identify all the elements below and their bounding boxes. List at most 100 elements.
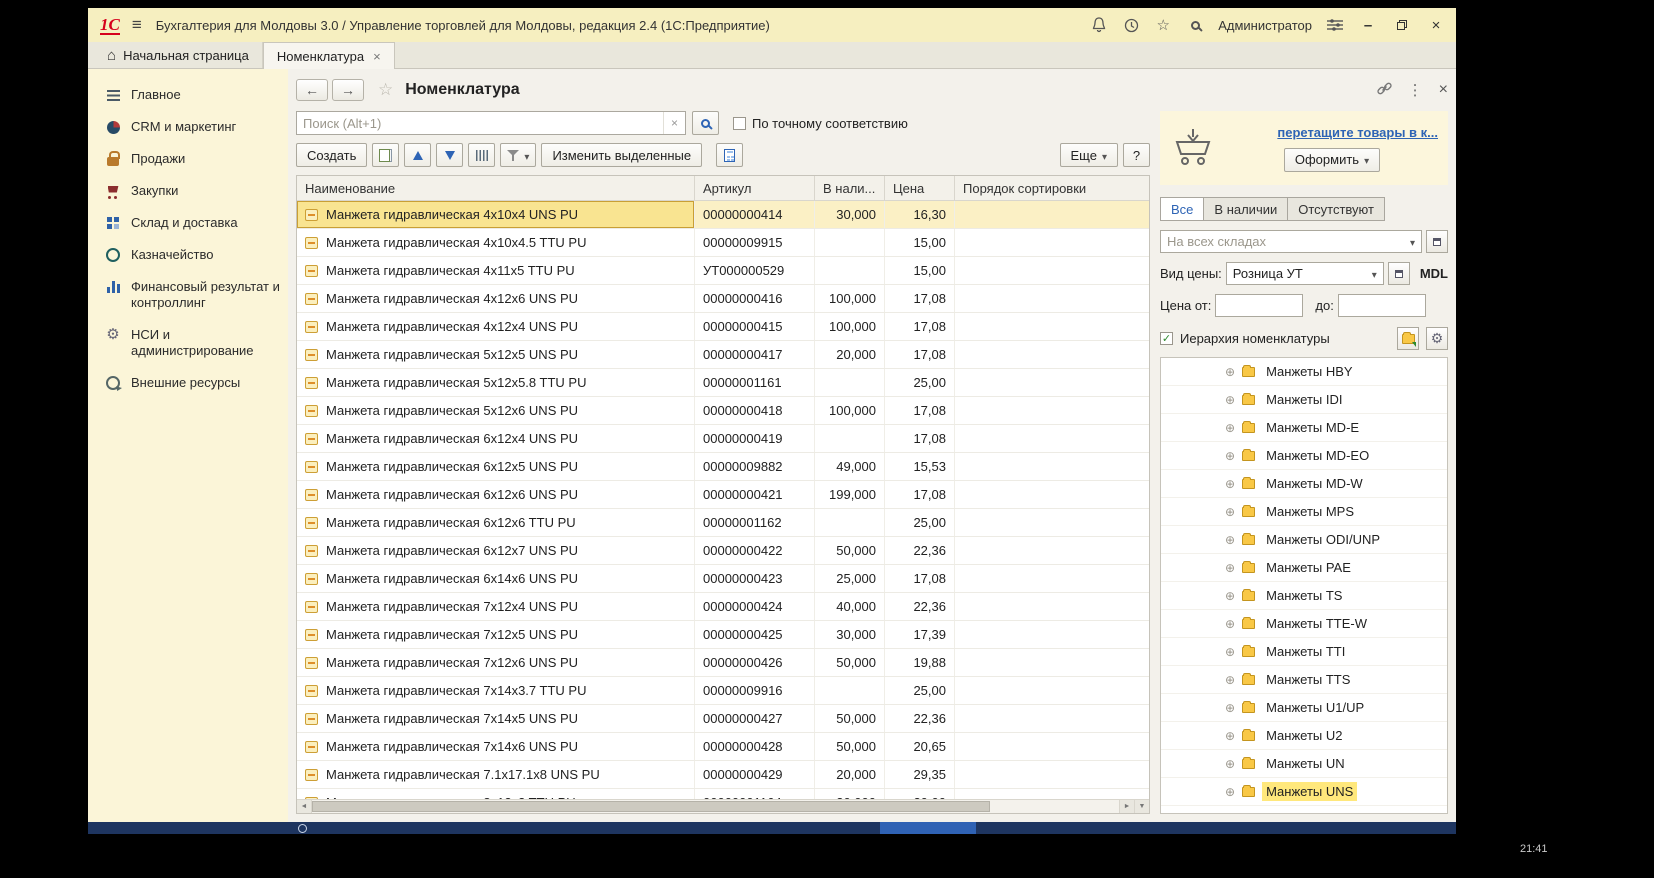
tree-item[interactable]: Манжеты PAE — [1161, 554, 1447, 582]
table-row[interactable]: Манжета гидравлическая 7x12x4 UNS PU 000… — [297, 593, 1149, 621]
notifications-bell-icon[interactable] — [1090, 16, 1108, 34]
availability-tab[interactable]: В наличии — [1203, 197, 1288, 221]
warehouse-open-button[interactable] — [1426, 230, 1448, 253]
sidebar-item[interactable]: Внешние ресурсы — [88, 367, 288, 399]
expand-icon[interactable] — [1225, 589, 1235, 603]
horizontal-scrollbar[interactable] — [297, 799, 1149, 813]
back-button[interactable] — [296, 79, 328, 101]
close-form-icon[interactable] — [1439, 81, 1448, 99]
close-button[interactable] — [1426, 16, 1446, 34]
table-row[interactable]: Манжета гидравлическая 5x12x5 UNS PU 000… — [297, 341, 1149, 369]
history-icon[interactable] — [1122, 16, 1140, 34]
sidebar-item[interactable]: Главное — [88, 79, 288, 111]
sidebar-item[interactable]: Продажи — [88, 143, 288, 175]
favorite-star-icon[interactable] — [378, 80, 393, 100]
main-menu-icon[interactable]: ≡ — [132, 15, 142, 35]
taskbar-search-icon[interactable] — [298, 824, 307, 833]
scroll-left-icon[interactable] — [297, 800, 312, 813]
table-row[interactable]: Манжета гидравлическая 6x12x6 UNS PU 000… — [297, 481, 1149, 509]
copy-item-button[interactable] — [372, 143, 399, 167]
taskbar[interactable] — [88, 822, 1456, 834]
table-row[interactable]: Манжета гидравлическая 6x12x4 UNS PU 000… — [297, 425, 1149, 453]
expand-icon[interactable] — [1225, 701, 1235, 715]
favorites-icon[interactable]: ☆ — [1154, 16, 1172, 34]
table-row[interactable]: Манжета гидравлическая 7.1x17.1x8 UNS PU… — [297, 761, 1149, 789]
barcode-button[interactable] — [468, 143, 495, 167]
expand-icon[interactable] — [1225, 449, 1235, 463]
edit-selected-button[interactable]: Изменить выделенные — [541, 143, 702, 167]
tree-item[interactable]: Манжеты TS — [1161, 582, 1447, 610]
sidebar-item[interactable]: Финансовый результат и контроллинг — [88, 271, 288, 319]
scroll-right-icon[interactable] — [1119, 800, 1134, 813]
expand-icon[interactable] — [1225, 505, 1235, 519]
exact-match-checkbox[interactable] — [733, 117, 746, 130]
hierarchy-checkbox[interactable] — [1160, 332, 1173, 345]
tree-item[interactable]: Манжеты TTI — [1161, 638, 1447, 666]
tree-settings-button[interactable] — [1426, 327, 1448, 350]
chevron-down-icon[interactable] — [1368, 266, 1381, 281]
tab-close-icon[interactable] — [373, 49, 381, 64]
sidebar-item[interactable]: CRM и маркетинг — [88, 111, 288, 143]
table-row[interactable]: Манжета гидравлическая 7x14x5 UNS PU 000… — [297, 705, 1149, 733]
expand-icon[interactable] — [1225, 365, 1235, 379]
tree-item[interactable]: Манжеты ODI/UNP — [1161, 526, 1447, 554]
tree-item[interactable]: Манжеты HBY — [1161, 358, 1447, 386]
expand-icon[interactable] — [1225, 813, 1235, 815]
expand-icon[interactable] — [1225, 421, 1235, 435]
service-menu-icon[interactable] — [1326, 16, 1344, 34]
column-header-price[interactable]: Цена — [885, 176, 955, 200]
tree-item[interactable]: Манжеты UNS — [1161, 778, 1447, 806]
table-row[interactable]: Манжета гидравлическая 7x14x3.7 TTU PU 0… — [297, 677, 1149, 705]
tab-nomenclature[interactable]: Номенклатура — [263, 42, 395, 69]
minimize-button[interactable] — [1358, 16, 1378, 34]
price-type-open-button[interactable] — [1388, 262, 1410, 285]
tree-item[interactable]: Манжеты TTS — [1161, 666, 1447, 694]
expand-icon[interactable] — [1225, 561, 1235, 575]
search-input[interactable] — [297, 116, 663, 131]
table-row[interactable]: Манжета гидравлическая 6x12x6 TTU PU 000… — [297, 509, 1149, 537]
clear-search-icon[interactable] — [663, 112, 685, 134]
report-button[interactable] — [716, 143, 743, 167]
search-icon[interactable] — [1186, 16, 1204, 34]
checkout-button[interactable]: Оформить — [1284, 148, 1380, 172]
table-row[interactable]: Манжета гидравлическая 4x10x4 UNS PU 000… — [297, 201, 1149, 229]
tree-item[interactable]: Манжеты MPS — [1161, 498, 1447, 526]
get-link-icon[interactable] — [1377, 81, 1392, 99]
expand-icon[interactable] — [1225, 477, 1235, 491]
expand-icon[interactable] — [1225, 757, 1235, 771]
table-row[interactable]: Манжета гидравлическая 6x12x5 UNS PU 000… — [297, 453, 1149, 481]
create-button[interactable]: Создать — [296, 143, 367, 167]
filter-button[interactable] — [500, 143, 536, 167]
scrollbar-thumb[interactable] — [312, 801, 990, 812]
run-search-button[interactable] — [692, 111, 719, 135]
price-type-select[interactable]: Розница УТ — [1226, 262, 1384, 285]
scroll-down-icon[interactable] — [1134, 800, 1149, 813]
help-button[interactable]: ? — [1123, 143, 1150, 167]
tree-folder-button[interactable] — [1397, 327, 1419, 350]
expand-icon[interactable] — [1225, 393, 1235, 407]
scrollbar-track[interactable] — [312, 800, 1119, 813]
table-row[interactable]: Манжета гидравлическая 6x12x7 UNS PU 000… — [297, 537, 1149, 565]
availability-tab[interactable]: Отсутствуют — [1287, 197, 1385, 221]
column-header-sort[interactable]: Порядок сортировки — [955, 176, 1149, 200]
tree-item[interactable]: Манжеты U2 — [1161, 722, 1447, 750]
current-user[interactable]: Администратор — [1218, 18, 1312, 33]
chevron-down-icon[interactable] — [1406, 234, 1419, 249]
tree-item[interactable]: Манжеты MD-EO — [1161, 442, 1447, 470]
expand-icon[interactable] — [1225, 533, 1235, 547]
table-row[interactable]: Манжета гидравлическая 7x12x6 UNS PU 000… — [297, 649, 1149, 677]
more-menu-icon[interactable] — [1408, 81, 1423, 99]
column-header-article[interactable]: Артикул — [695, 176, 815, 200]
expand-icon[interactable] — [1225, 617, 1235, 631]
cart-drop-area[interactable]: перетащите товары в к... Оформить — [1160, 111, 1448, 185]
tree-item[interactable]: Манжеты U1/UP — [1161, 694, 1447, 722]
table-row[interactable]: Манжета гидравлическая 4x11x5 TTU PU УТ0… — [297, 257, 1149, 285]
tree-item[interactable]: Манжеты MD-W — [1161, 470, 1447, 498]
taskbar-active-app[interactable] — [880, 822, 976, 834]
sidebar-item[interactable]: Казначейство — [88, 239, 288, 271]
table-row[interactable]: Манжета гидравлическая 8x12x3 TTU PU 000… — [297, 789, 1149, 799]
move-down-button[interactable] — [436, 143, 463, 167]
table-row[interactable]: Манжета гидравлическая 4x12x4 UNS PU 000… — [297, 313, 1149, 341]
warehouse-select[interactable]: На всех складах — [1160, 230, 1422, 253]
expand-icon[interactable] — [1225, 785, 1235, 799]
